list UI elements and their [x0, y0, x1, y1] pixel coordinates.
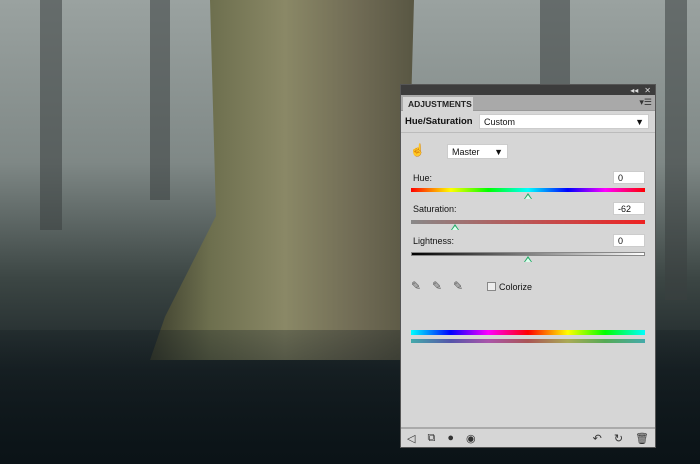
saturation-input[interactable]: -62: [613, 202, 645, 215]
adjustment-title: Hue/Saturation: [405, 116, 473, 127]
lightness-input[interactable]: 0: [613, 234, 645, 247]
channel-dropdown[interactable]: Master ▼: [447, 144, 508, 159]
adjustments-panel: ◂◂ ✕ ADJUSTMENTS ▾☰ Hue/Saturation Custom…: [400, 84, 656, 448]
mask-icon[interactable]: ●: [447, 432, 454, 444]
saturation-slider-thumb[interactable]: [451, 224, 460, 230]
preset-dropdown[interactable]: Custom ▼: [479, 114, 649, 129]
colorize-label: Colorize: [499, 282, 533, 292]
chevron-down-icon: ▼: [635, 116, 644, 127]
hue-input[interactable]: 0: [613, 171, 645, 184]
output-color-ramp: [411, 339, 645, 343]
tab-adjustments[interactable]: ADJUSTMENTS: [403, 97, 473, 112]
trash-icon[interactable]: 🗑: [635, 432, 649, 445]
lightness-label: Lightness:: [413, 236, 455, 246]
targeted-adjustment-hand-icon[interactable]: ☝: [410, 143, 425, 157]
background-tree: [40, 0, 62, 230]
eyedropper-icon[interactable]: ✎: [411, 279, 421, 293]
previous-state-icon[interactable]: ↶: [593, 432, 602, 445]
saturation-slider-track[interactable]: [411, 220, 645, 224]
background-tree: [150, 0, 170, 200]
channel-value: Master: [452, 146, 480, 157]
eyedropper-subtract-icon[interactable]: ✎: [453, 279, 463, 293]
close-icon[interactable]: ✕: [644, 86, 651, 95]
background-tree: [665, 0, 687, 300]
chevron-down-icon: ▼: [494, 146, 503, 157]
panel-menu-icon[interactable]: ▾☰: [639, 97, 652, 108]
lightness-slider-thumb[interactable]: [524, 256, 532, 262]
collapse-icon[interactable]: ◂◂: [630, 86, 638, 95]
saturation-label: Saturation:: [413, 204, 457, 214]
preset-value: Custom: [484, 116, 516, 127]
reset-icon[interactable]: ↻: [614, 432, 623, 445]
clip-to-layer-icon[interactable]: ⧉: [427, 432, 435, 445]
hue-slider-thumb[interactable]: [524, 193, 532, 199]
back-arrow-icon[interactable]: ◁: [407, 432, 415, 445]
colorize-checkbox[interactable]: [487, 282, 496, 291]
visibility-eye-icon[interactable]: ◉: [466, 432, 476, 445]
hue-label: Hue:: [413, 173, 433, 183]
eyedropper-add-icon[interactable]: ✎: [432, 279, 442, 293]
input-color-ramp: [411, 330, 645, 335]
hue-slider-track[interactable]: [411, 188, 645, 192]
